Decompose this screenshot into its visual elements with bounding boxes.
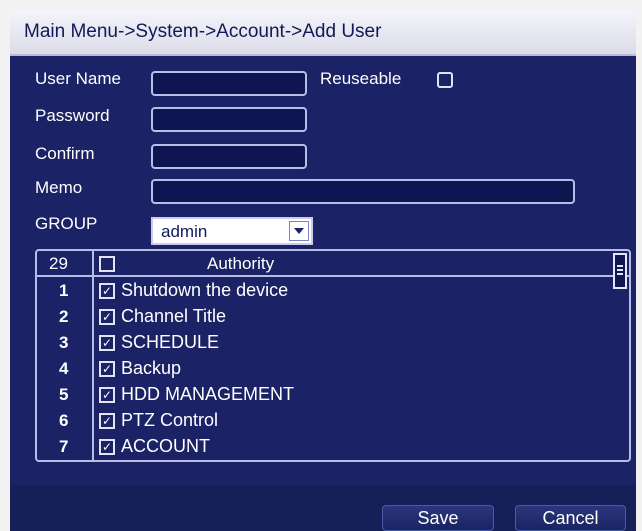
row-number: 7 [59, 437, 69, 456]
reuseable-label: Reuseable [320, 69, 402, 88]
authority-row[interactable]: 6 ✓ PTZ Control [37, 409, 597, 433]
row-label: Shutdown the device [121, 280, 289, 300]
row-checkbox[interactable]: ✓ [99, 387, 115, 403]
group-select[interactable]: admin [151, 217, 313, 245]
header-divider [37, 275, 629, 277]
authority-row[interactable]: 7 ✓ ACCOUNT [37, 435, 597, 459]
row-number: 4 [59, 359, 69, 378]
save-button[interactable]: Save [382, 505, 494, 531]
row-number: 5 [59, 385, 69, 404]
row-label: HDD MANAGEMENT [121, 384, 295, 404]
confirm-password-input[interactable] [151, 144, 307, 169]
row-checkbox[interactable]: ✓ [99, 283, 115, 299]
select-all-checkbox[interactable] [99, 256, 115, 272]
user-name-input[interactable] [151, 71, 307, 96]
authority-row[interactable]: 3 ✓ SCHEDULE [37, 331, 597, 355]
row-label: PTZ Control [121, 410, 219, 430]
row-label: Channel Title [121, 306, 227, 326]
row-number: 2 [59, 307, 69, 326]
confirm-label: Confirm [35, 144, 95, 163]
authority-row[interactable]: 5 ✓ HDD MANAGEMENT [37, 383, 597, 407]
add-user-window: Main Menu->System->Account->Add User Use… [10, 10, 636, 531]
row-number: 1 [59, 281, 69, 300]
scrollbar[interactable] [613, 253, 627, 289]
row-label: SCHEDULE [121, 332, 220, 352]
memo-input[interactable] [151, 179, 575, 204]
row-checkbox[interactable]: ✓ [99, 309, 115, 325]
authority-row[interactable]: 1 ✓ Shutdown the device [37, 279, 597, 303]
authority-count: 29 [49, 254, 68, 273]
password-label: Password [35, 106, 110, 125]
authority-table: 29 Authority 1 ✓ Shutdown the device 2 ✓… [35, 249, 631, 462]
row-checkbox[interactable]: ✓ [99, 335, 115, 351]
group-label: GROUP [35, 214, 98, 233]
row-label: Backup [121, 358, 182, 378]
row-checkbox[interactable]: ✓ [99, 361, 115, 377]
breadcrumb: Main Menu->System->Account->Add User [24, 21, 382, 42]
scroll-grip-icon [617, 265, 623, 267]
row-label: ACCOUNT [121, 436, 210, 456]
row-number: 3 [59, 333, 69, 352]
row-checkbox[interactable]: ✓ [99, 439, 115, 455]
memo-label: Memo [35, 178, 83, 197]
authority-row[interactable]: 4 ✓ Backup [37, 357, 597, 381]
user-name-label: User Name [35, 69, 121, 88]
reuseable-checkbox[interactable] [437, 72, 453, 88]
group-select-value: admin [161, 222, 208, 241]
authority-row[interactable]: 2 ✓ Channel Title [37, 305, 597, 329]
row-checkbox[interactable]: ✓ [99, 413, 115, 429]
authority-header: Authority [207, 254, 275, 273]
row-number: 6 [59, 411, 69, 430]
titlebar: Main Menu->System->Account->Add User [10, 10, 636, 56]
chevron-down-icon[interactable] [289, 221, 309, 241]
password-input[interactable] [151, 107, 307, 132]
cancel-button[interactable]: Cancel [515, 505, 626, 531]
